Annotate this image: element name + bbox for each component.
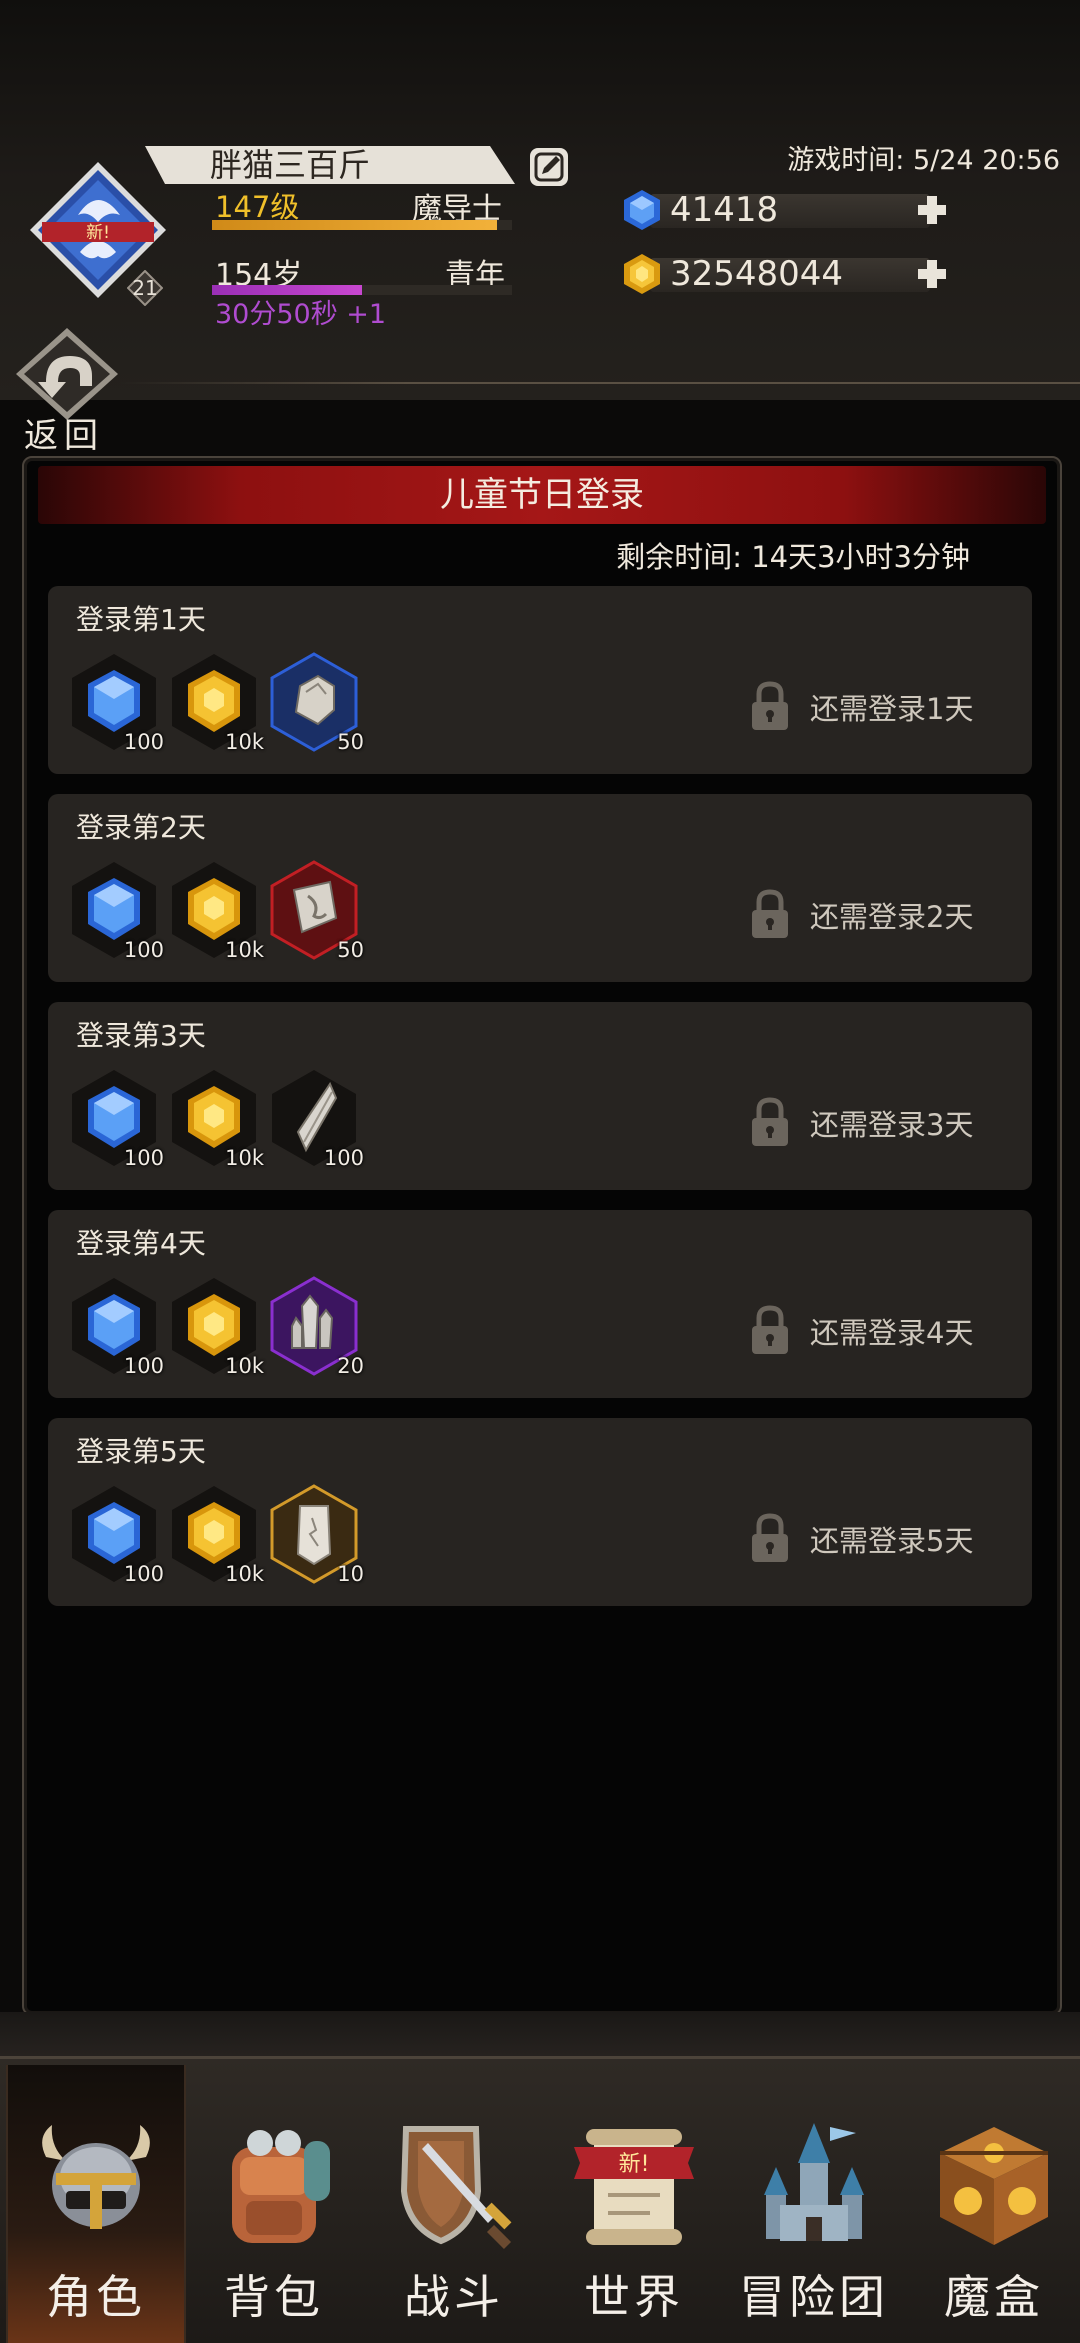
nav-magic-box[interactable]: 魔盒: [906, 2065, 1080, 2343]
lock-icon: [752, 889, 788, 938]
castle-icon: [764, 2123, 864, 2241]
reward-item[interactable]: 100: [68, 1068, 164, 1170]
event-title: 儿童节日登录: [440, 475, 644, 515]
reward-quantity: 50: [337, 730, 364, 754]
nav-backpack-label: 背包: [224, 2270, 324, 2324]
reward-quantity: 10: [337, 1562, 364, 1586]
reward-quantity: 10k: [225, 1354, 264, 1378]
magic-box-icon: [940, 2127, 1048, 2245]
reward-item[interactable]: 10k: [168, 652, 264, 754]
reward-quantity: 100: [123, 1562, 164, 1586]
reward-quantity: 100: [123, 730, 164, 754]
reward-item[interactable]: 100: [68, 652, 164, 754]
nav-adventure-team-label: 冒险团: [739, 2270, 889, 2324]
nav-adventure-team[interactable]: 冒险团: [726, 2065, 902, 2343]
login-day-title: 登录第2天: [76, 811, 206, 844]
bottom-nav: 角色 背包 战斗 新! 世界 冒险团 魔盒: [0, 2056, 1080, 2343]
reward-quantity: 100: [323, 1146, 364, 1170]
lock-icon: [752, 1097, 788, 1146]
lock-icon: [752, 1305, 788, 1354]
login-day-title: 登录第3天: [76, 1019, 206, 1052]
reward-item[interactable]: 10k: [168, 1484, 264, 1586]
reward-item[interactable]: 10: [268, 1484, 364, 1586]
lock-icon: [752, 1513, 788, 1562]
lock-requirement: 还需登录1天: [810, 692, 974, 726]
gold-gem-icon: [624, 254, 660, 294]
remaining-time: 剩余时间: 14天3小时3分钟: [616, 540, 970, 574]
edit-icon[interactable]: [528, 146, 570, 188]
nav-magic-box-label: 魔盒: [944, 2270, 1044, 2324]
nav-backpack[interactable]: 背包: [186, 2065, 362, 2343]
lock-icon: [752, 681, 788, 730]
login-day-card: 登录第5天 100 10k 10 还需登录5天: [48, 1418, 1032, 1606]
login-day-title: 登录第5天: [76, 1435, 206, 1468]
avatar-level-value: 21: [132, 276, 158, 300]
diamond-value: 41418: [670, 190, 779, 230]
gold-balance: 32548044: [620, 252, 950, 296]
nav-world-label: 世界: [584, 2270, 684, 2324]
reward-quantity: 100: [123, 1146, 164, 1170]
add-diamond-button[interactable]: [914, 192, 950, 228]
lock-requirement: 还需登录5天: [810, 1524, 974, 1558]
reward-quantity: 10k: [225, 1562, 264, 1586]
reward-item[interactable]: 100: [68, 1276, 164, 1378]
reward-quantity: 100: [123, 1354, 164, 1378]
avatar-level-badge: 21: [126, 269, 164, 307]
login-day-card: 登录第3天 100 10k 100 还需登录3天: [48, 1002, 1032, 1190]
login-event-panel: 儿童节日登录 剩余时间: 14天3小时3分钟 登录第1天 100 10k 50 还需登录…: [22, 456, 1062, 2016]
status-header: 新! 21 胖猫三百斤 147级 魔导士 154岁 青年 30分50秒 +1 游…: [0, 0, 1080, 400]
nav-role[interactable]: 角色: [6, 2065, 186, 2343]
reward-item[interactable]: 50: [268, 652, 364, 754]
exp-bar: [212, 220, 512, 230]
login-day-card: 登录第1天 100 10k 50 还需登录1天: [48, 586, 1032, 774]
lock-requirement: 还需登录3天: [810, 1108, 974, 1142]
blue-gem-icon: [624, 190, 660, 230]
add-gold-button[interactable]: [914, 256, 950, 292]
reward-quantity: 10k: [225, 730, 264, 754]
avatar-new-badge: 新!: [86, 223, 110, 243]
reward-quantity: 10k: [225, 938, 264, 962]
login-day-title: 登录第4天: [76, 1227, 206, 1260]
event-title-bar: 儿童节日登录: [38, 466, 1046, 524]
login-day-card: 登录第2天 100 10k 50 还需登录2天: [48, 794, 1032, 982]
nav-world[interactable]: 新! 世界: [546, 2065, 722, 2343]
nav-battle[interactable]: 战斗: [366, 2065, 542, 2343]
login-day-title: 登录第1天: [76, 603, 206, 636]
header-divider: [120, 382, 1080, 384]
diamond-balance: 41418: [620, 188, 950, 232]
reward-quantity: 20: [337, 1354, 364, 1378]
helmet-icon: [42, 2125, 150, 2229]
lock-requirement: 还需登录2天: [810, 900, 974, 934]
nav-role-label: 角色: [46, 2270, 146, 2324]
backpack-icon: [232, 2130, 330, 2243]
player-name: 胖猫三百斤: [210, 146, 371, 184]
reward-quantity: 10k: [225, 1146, 264, 1170]
scroll-map-icon: 新!: [574, 2129, 694, 2245]
reward-item[interactable]: 100: [68, 860, 164, 962]
nav-separator: [0, 2012, 1080, 2056]
game-time: 游戏时间: 5/24 20:56: [787, 145, 1060, 176]
reward-item[interactable]: 100: [268, 1068, 364, 1170]
reward-quantity: 100: [123, 938, 164, 962]
world-new-badge: 新!: [619, 2152, 650, 2177]
age-timer: 30分50秒 +1: [215, 299, 387, 330]
gold-value: 32548044: [670, 254, 844, 294]
back-button[interactable]: 返回: [12, 326, 122, 456]
nav-battle-label: 战斗: [404, 2270, 504, 2324]
reward-quantity: 50: [337, 938, 364, 962]
back-label: 返回: [24, 416, 104, 456]
reward-item[interactable]: 50: [268, 860, 364, 962]
reward-item[interactable]: 10k: [168, 1068, 264, 1170]
reward-item[interactable]: 10k: [168, 860, 264, 962]
sword-shield-icon: [400, 2126, 512, 2250]
login-day-card: 登录第4天 100 10k 20 还需登录4天: [48, 1210, 1032, 1398]
reward-item[interactable]: 20: [268, 1276, 364, 1378]
lock-requirement: 还需登录4天: [810, 1316, 974, 1350]
reward-item[interactable]: 100: [68, 1484, 164, 1586]
reward-item[interactable]: 10k: [168, 1276, 264, 1378]
